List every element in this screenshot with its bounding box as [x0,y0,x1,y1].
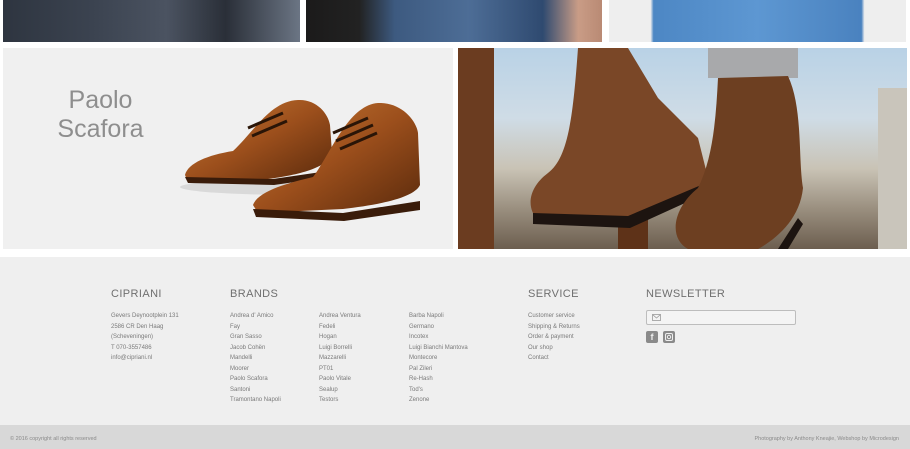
brand-link[interactable]: Santoni [230,385,281,396]
phone-number: T 070-3557486 [111,344,152,351]
brand-link[interactable]: Fedeli [319,322,361,333]
brand-link[interactable]: Tramontano Napoli [230,395,281,406]
credits-text: Photography by Anthony Kneajie, Webshop … [754,436,899,442]
brand-link[interactable]: Pal Zileri [409,364,468,375]
email-link[interactable]: info@cipriani.nl [111,353,179,364]
footer-brands-title: BRANDS [230,288,279,300]
service-link[interactable]: Contact [528,353,580,364]
product-image-shirt[interactable] [609,0,906,42]
brand-link[interactable]: Sealup [319,385,361,396]
brand-link[interactable]: Mazzarelli [319,353,361,364]
brands-list-1: Andrea d' Amico Fay Gran Sasso Jacob Coh… [230,311,281,406]
address-line: Gevers Deynootplein 131 [111,313,179,319]
service-link[interactable]: Order & payment [528,332,580,343]
brand-link[interactable]: Incotex [409,332,468,343]
brand-link[interactable]: Testors [319,395,361,406]
footer-service-title: SERVICE [528,288,579,300]
footer-newsletter-title: NEWSLETTER [646,288,726,300]
footer-bottom-bar: © 2016 copyright all rights reserved Pho… [0,425,910,449]
brand-link[interactable]: Barba Napoli [409,311,468,322]
footer-address: Gevers Deynootplein 131 2586 CR Den Haag… [111,311,179,364]
envelope-icon [652,314,661,321]
copyright-text: © 2016 copyright all rights reserved [10,436,97,442]
brand-link[interactable]: Mandelli [230,353,281,364]
brand-promo-paolo-scafora[interactable]: Paolo Scafora [3,48,453,249]
product-image-jacket[interactable] [3,0,300,42]
facebook-icon[interactable]: f [646,331,658,343]
brand-link[interactable]: Re-Hash [409,374,468,385]
instagram-icon[interactable] [663,331,675,343]
brand-link[interactable]: Paolo Vitale [319,374,361,385]
service-list: Customer service Shipping & Returns Orde… [528,311,580,364]
brand-link[interactable]: Fay [230,322,281,333]
address-line: (Scheveningen) [111,334,154,340]
product-image-jeans[interactable] [306,0,602,42]
suede-boots-image [458,48,907,249]
oxford-shoes-image [180,99,420,221]
brand-link[interactable]: Jacob Cohën [230,343,281,354]
brand-link[interactable]: Luigi Borrelli [319,343,361,354]
brand-link[interactable]: Hogan [319,332,361,343]
brands-list-2: Andrea Ventura Fedeli Hogan Luigi Borrel… [319,311,361,406]
brand-link[interactable]: Paolo Scafora [230,374,281,385]
lifestyle-boots-image[interactable] [458,48,907,249]
service-link[interactable]: Customer service [528,311,580,322]
brand-link[interactable]: Moorer [230,364,281,375]
brand-link[interactable]: Germano [409,322,468,333]
brand-link[interactable]: Montecore [409,353,468,364]
brand-link[interactable]: Andrea Ventura [319,311,361,322]
footer-cipriani-title: CIPRIANI [111,288,162,300]
site-footer: CIPRIANI Gevers Deynootplein 131 2586 CR… [0,257,910,425]
brand-link[interactable]: PT01 [319,364,361,375]
brand-link[interactable]: Zenone [409,395,468,406]
service-link[interactable]: Shipping & Returns [528,322,580,333]
brands-list-3: Barba Napoli Germano Incotex Luigi Bianc… [409,311,468,406]
brand-link[interactable]: Gran Sasso [230,332,281,343]
brand-link[interactable]: Andrea d' Amico [230,311,281,322]
brand-link[interactable]: Tod's [409,385,468,396]
newsletter-email-input[interactable] [646,310,796,325]
address-line: 2586 CR Den Haag [111,323,164,330]
brand-link[interactable]: Luigi Bianchi Mantova [409,343,468,354]
promo-brand-title: Paolo Scafora [57,86,144,143]
service-link[interactable]: Our shop [528,343,580,354]
